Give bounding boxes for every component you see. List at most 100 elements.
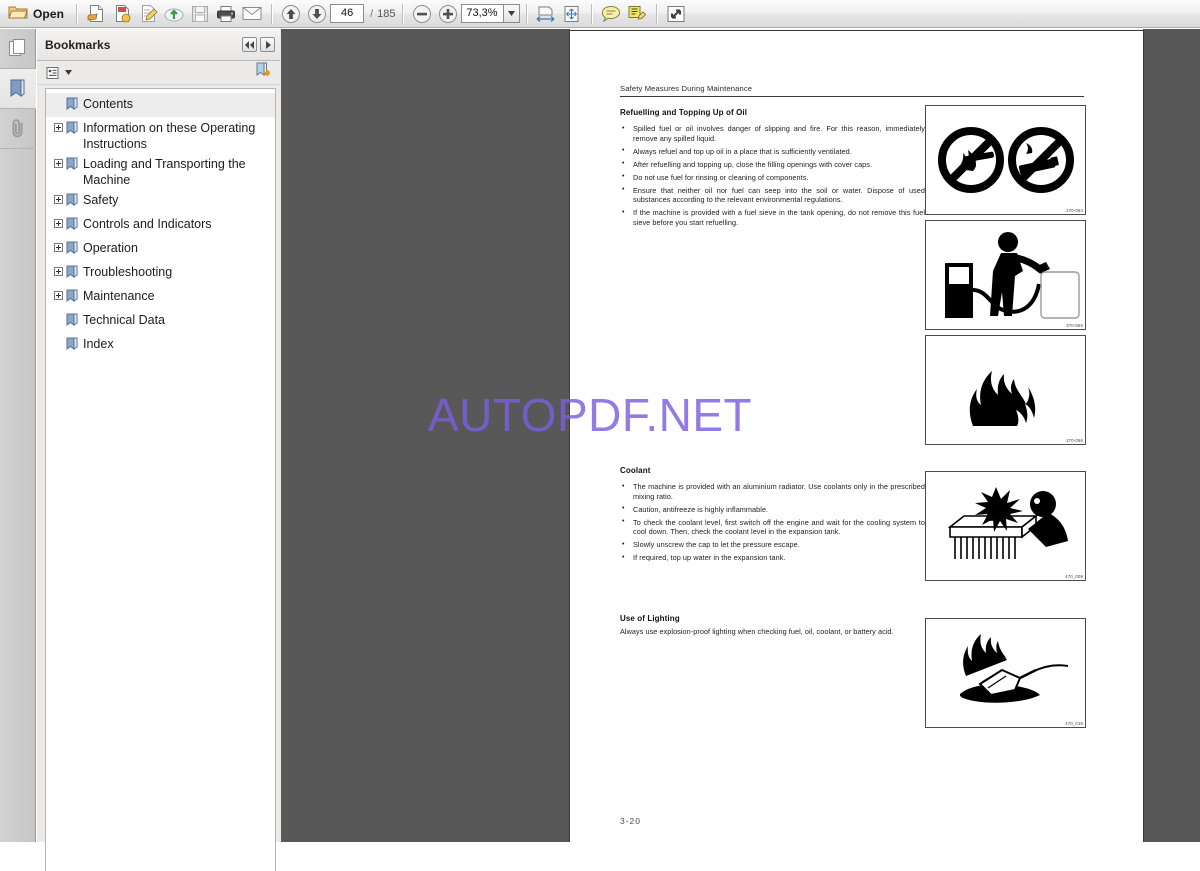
explosion-proof-lamp-figure: 470_016 xyxy=(925,618,1086,728)
bookmarks-icon[interactable] xyxy=(0,69,36,109)
bookmark-label: Controls and Indicators xyxy=(83,217,212,231)
highlight-text-icon[interactable] xyxy=(624,2,650,26)
create-pdf-icon[interactable] xyxy=(83,2,109,26)
document-view[interactable]: Safety Measures During Maintenance Refue… xyxy=(281,29,1200,842)
expand-bookmark-icon[interactable] xyxy=(54,123,63,132)
attachments-icon[interactable] xyxy=(0,109,36,149)
comment-icon[interactable] xyxy=(598,2,624,26)
bookmark-item-maintenance[interactable]: Maintenance xyxy=(46,285,275,309)
bullet-item: Always refuel and top up oil in a place … xyxy=(620,146,925,157)
toolbar-separator xyxy=(401,3,403,24)
toolbar-separator xyxy=(525,3,527,24)
fit-page-icon[interactable] xyxy=(559,2,585,26)
pdf-page: Safety Measures During Maintenance Refue… xyxy=(570,31,1143,842)
bookmarks-panel-header: Bookmarks xyxy=(37,29,280,61)
bookmark-item-technical-data[interactable]: Technical Data xyxy=(46,309,275,333)
figure-code: 370-955 xyxy=(1066,323,1083,328)
expand-bookmark-icon[interactable] xyxy=(54,291,63,300)
bullet-item: Caution, antifreeze is highly inflammabl… xyxy=(620,504,925,515)
bookmark-flag-icon xyxy=(66,121,78,140)
expand-bookmark-icon[interactable] xyxy=(54,243,63,252)
page-number-input[interactable]: 46 xyxy=(330,4,365,23)
print-icon[interactable] xyxy=(213,2,239,26)
figure-artwork xyxy=(926,619,1085,727)
expand-bookmark-icon[interactable] xyxy=(54,219,63,228)
fullscreen-icon[interactable] xyxy=(663,2,689,26)
bookmark-label: Operation xyxy=(83,241,138,255)
figure-code: 270-056 xyxy=(1066,438,1083,443)
combine-files-icon[interactable] xyxy=(109,2,135,26)
fit-width-icon[interactable] xyxy=(533,2,559,26)
bookmark-item-index[interactable]: Index xyxy=(46,333,275,357)
bookmark-flag-icon xyxy=(66,337,78,356)
save-icon[interactable] xyxy=(187,2,213,26)
bookmark-flag-icon xyxy=(66,313,78,332)
bookmarks-panel: Bookmarks Contents Information on these … xyxy=(37,29,280,871)
zoom-out-icon[interactable] xyxy=(409,2,435,26)
bullet-item: Slowly unscrew the cap to let the pressu… xyxy=(620,540,925,550)
section-heading-coolant: Coolant xyxy=(620,466,651,475)
toolbar-separator xyxy=(76,3,78,24)
bookmark-flag-icon xyxy=(66,157,78,176)
navigation-pane-rail xyxy=(0,29,36,842)
expander-placeholder xyxy=(54,315,63,324)
fire-flame-figure: 270-056 xyxy=(925,335,1086,445)
bookmark-label: Technical Data xyxy=(83,313,165,327)
radiator-steam-burn-figure: 470_009 xyxy=(925,471,1086,581)
bullet-item: Spilled fuel or oil involves danger of s… xyxy=(620,123,925,143)
expander-placeholder xyxy=(54,339,63,348)
open-button[interactable]: Open xyxy=(6,2,70,26)
bookmark-item-troubleshooting[interactable]: Troubleshooting xyxy=(46,261,275,285)
bookmark-flag-icon xyxy=(66,289,78,308)
bookmark-item-safety[interactable]: Safety xyxy=(46,189,275,213)
bookmark-item-operation[interactable]: Operation xyxy=(46,237,275,261)
upload-cloud-icon[interactable] xyxy=(161,2,187,26)
open-folder-icon xyxy=(8,3,28,25)
toolbar-separator xyxy=(590,3,592,24)
expand-bookmark-icon[interactable] xyxy=(54,195,63,204)
figure-code: 470_009 xyxy=(1065,574,1083,579)
section-paragraph-lighting: Always use explosion-proof lighting when… xyxy=(620,627,894,636)
bookmark-options-menu-icon[interactable] xyxy=(46,66,72,80)
bookmark-label: Maintenance xyxy=(83,289,155,303)
edit-pdf-icon[interactable] xyxy=(135,2,161,26)
expand-current-bookmark-icon[interactable] xyxy=(255,62,272,84)
bookmark-item-controls-indicators[interactable]: Controls and Indicators xyxy=(46,213,275,237)
bookmark-flag-icon xyxy=(66,265,78,284)
expand-pane-icon[interactable] xyxy=(260,37,275,52)
bookmark-label: Loading and Transporting the Machine xyxy=(83,157,246,187)
expand-bookmark-icon[interactable] xyxy=(54,267,63,276)
bookmark-label: Safety xyxy=(83,193,119,207)
section-heading-lighting: Use of Lighting xyxy=(620,614,680,623)
bullet-item: Do not use fuel for rinsing or cleaning … xyxy=(620,172,925,183)
bullet-item: The machine is provided with an aluminiu… xyxy=(620,481,925,501)
bookmark-item-loading-transporting[interactable]: Loading and Transporting the Machine xyxy=(46,153,275,189)
section-bullets-coolant: The machine is provided with an aluminiu… xyxy=(620,481,925,566)
bookmark-label: Contents xyxy=(83,97,134,111)
figure-artwork xyxy=(926,221,1085,329)
page-folio: 3-20 xyxy=(620,816,642,826)
zoom-dropdown-chevron-down-icon[interactable] xyxy=(502,4,520,23)
bookmarks-panel-toolbar xyxy=(37,61,280,85)
figure-code: 470_016 xyxy=(1065,721,1083,726)
zoom-in-icon[interactable] xyxy=(435,2,461,26)
expand-bookmark-icon[interactable] xyxy=(54,159,63,168)
page-separator: / xyxy=(370,7,374,20)
previous-page-icon[interactable] xyxy=(278,2,304,26)
bookmark-item-information[interactable]: Information on these Operating Instructi… xyxy=(46,117,275,153)
bookmark-item-contents[interactable]: Contents xyxy=(46,93,275,117)
bookmarks-panel-title: Bookmarks xyxy=(45,37,111,52)
email-icon[interactable] xyxy=(239,2,265,26)
bullet-item: Ensure that neither oil nor fuel can see… xyxy=(620,185,925,205)
page-thumbnails-icon[interactable] xyxy=(0,29,36,69)
bookmarks-tree[interactable]: Contents Information on these Operating … xyxy=(45,88,276,871)
collapse-pane-icon[interactable] xyxy=(242,37,257,52)
expander-placeholder xyxy=(54,99,63,108)
bookmark-label: Information on these Operating Instructi… xyxy=(83,121,256,151)
figure-artwork xyxy=(926,472,1085,580)
figure-code: 270-064 xyxy=(1066,208,1083,213)
next-page-icon[interactable] xyxy=(304,2,330,26)
bookmark-flag-icon xyxy=(66,217,78,236)
toolbar-separator xyxy=(271,3,273,24)
zoom-level-input[interactable]: 73,3% xyxy=(460,4,503,23)
